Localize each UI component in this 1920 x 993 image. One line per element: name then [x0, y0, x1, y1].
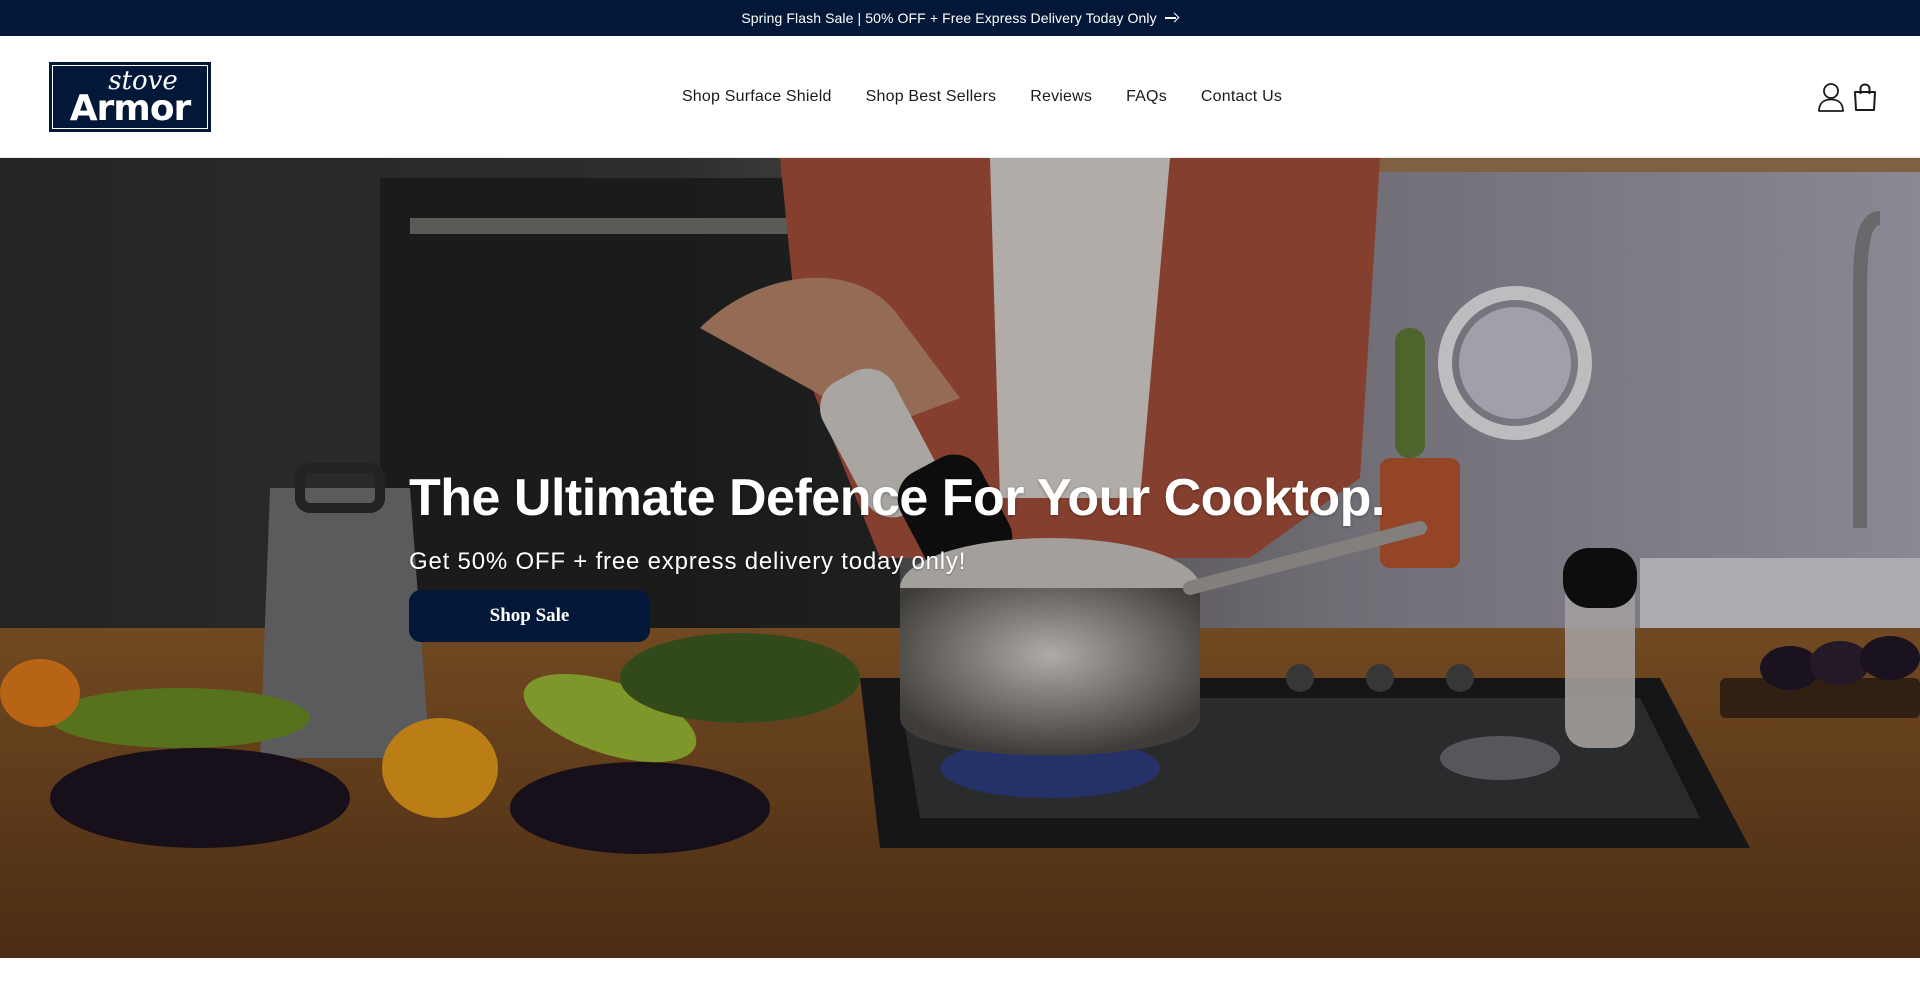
shop-sale-button[interactable]: Shop Sale	[409, 590, 650, 642]
account-icon[interactable]	[1816, 80, 1846, 114]
nav-faqs[interactable]: FAQs	[1109, 80, 1184, 114]
nav-reviews[interactable]: Reviews	[1013, 80, 1109, 114]
nav-shop-best-sellers[interactable]: Shop Best Sellers	[849, 80, 1014, 114]
announcement-text: Spring Flash Sale | 50% OFF + Free Expre…	[741, 10, 1157, 26]
announcement-link[interactable]: Spring Flash Sale | 50% OFF + Free Expre…	[741, 10, 1178, 26]
hero-banner: The Ultimate Defence For Your Cooktop. G…	[0, 158, 1920, 958]
site-header: stove Armor Shop Surface Shield Shop Bes…	[0, 36, 1920, 158]
arrow-right-icon	[1164, 13, 1179, 23]
nav-contact-us[interactable]: Contact Us	[1184, 80, 1299, 114]
header-icons	[1816, 80, 1880, 114]
hero-title: The Ultimate Defence For Your Cooktop.	[409, 469, 1385, 527]
hero-content: The Ultimate Defence For Your Cooktop. G…	[409, 468, 1509, 642]
announcement-bar: Spring Flash Sale | 50% OFF + Free Expre…	[0, 0, 1920, 36]
hero-subtitle: Get 50% OFF + free express delivery toda…	[409, 548, 967, 575]
nav-shop-surface-shield[interactable]: Shop Surface Shield	[665, 80, 849, 114]
main-nav: Shop Surface Shield Shop Best Sellers Re…	[0, 36, 1920, 158]
cart-icon[interactable]	[1850, 80, 1880, 114]
